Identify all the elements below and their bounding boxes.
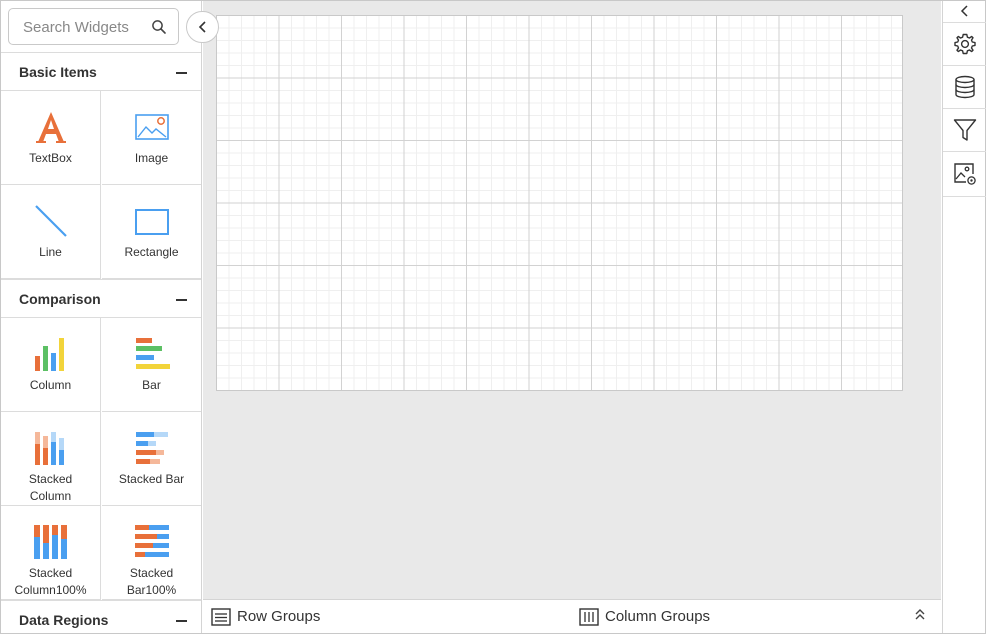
widget-label-line: Stacked (28, 566, 73, 580)
row-groups-button[interactable]: Row Groups (211, 606, 351, 628)
stacked-bar-icon (135, 432, 168, 464)
widget-label-line: Bar100% (126, 583, 177, 597)
row-groups-label: Row Groups (237, 608, 321, 625)
stacked-column-100-icon (33, 525, 67, 559)
column-groups-icon (579, 608, 599, 626)
image-settings-icon (953, 163, 976, 185)
widget-label-line: Column100% (14, 583, 87, 597)
widget-column[interactable]: Column (1, 318, 101, 412)
section-title: Basic Items (19, 64, 97, 80)
filter-icon (953, 119, 976, 141)
widget-label: Rectangle (124, 245, 179, 259)
widget-label: Column (29, 378, 72, 392)
widget-label-line: Stacked (129, 566, 174, 580)
widget-label-line: Column (29, 489, 72, 503)
image-icon (134, 114, 169, 140)
expand-properties-button[interactable] (943, 1, 986, 23)
section-comparison[interactable]: Comparison (1, 279, 201, 318)
section-title: Data Regions (19, 612, 109, 628)
widget-label: Stacked Column (1, 471, 100, 505)
stacked-column-icon (34, 432, 64, 465)
column-chart-icon (34, 338, 64, 371)
widget-label: Image (134, 151, 169, 165)
search-icon[interactable] (151, 19, 167, 35)
widget-label: TextBox (29, 151, 72, 165)
widget-label: Bar (142, 378, 161, 392)
collapse-icon[interactable] (176, 299, 187, 301)
column-groups-button[interactable]: Column Groups (579, 606, 739, 628)
image-manager-button[interactable] (943, 152, 986, 197)
section-title: Comparison (19, 291, 101, 307)
widget-image[interactable]: Image (102, 91, 201, 185)
widget-line[interactable]: Line (1, 185, 101, 279)
data-button[interactable] (943, 66, 986, 109)
bar-chart-icon (135, 338, 170, 369)
widget-bar[interactable]: Bar (102, 318, 201, 412)
widget-stacked-column-100[interactable]: Stacked Column100% (1, 506, 101, 600)
collapse-icon[interactable] (176, 72, 187, 74)
line-icon (34, 205, 67, 237)
widget-panel: Basic Items TextBox Image Line Rectangle… (1, 1, 202, 633)
widget-label-line: Stacked (28, 472, 73, 486)
chevron-double-up-icon[interactable] (914, 607, 926, 623)
textbox-icon (35, 112, 66, 143)
collapse-icon[interactable] (176, 620, 187, 622)
widget-stacked-column[interactable]: Stacked Column (1, 412, 101, 506)
widget-stacked-bar-100[interactable]: Stacked Bar100% (102, 506, 201, 600)
widget-label: Stacked Bar100% (102, 565, 201, 599)
widget-rectangle[interactable]: Rectangle (102, 185, 201, 279)
properties-strip (942, 1, 986, 633)
chevron-left-icon (198, 21, 206, 33)
column-groups-label: Column Groups (605, 608, 711, 625)
collapse-panel-button[interactable] (186, 11, 219, 43)
filter-button[interactable] (943, 109, 986, 152)
widget-textbox[interactable]: TextBox (1, 91, 101, 185)
settings-icon (953, 33, 976, 55)
section-data-regions[interactable]: Data Regions (1, 600, 201, 633)
chevron-left-icon (960, 5, 968, 17)
widget-label: Line (39, 245, 62, 259)
stacked-bar-100-icon (134, 525, 169, 557)
search-box[interactable] (8, 8, 179, 45)
database-icon (954, 75, 975, 99)
widget-label: Stacked Column100% (1, 565, 100, 599)
group-bar: Row Groups Column Groups (203, 599, 941, 633)
widget-stacked-bar[interactable]: Stacked Bar (102, 412, 201, 506)
row-groups-icon (211, 608, 231, 626)
report-canvas[interactable] (216, 15, 903, 391)
design-area (203, 1, 941, 599)
properties-button[interactable] (943, 23, 986, 66)
widget-label: Stacked Bar (118, 472, 185, 486)
section-basic-items[interactable]: Basic Items (1, 52, 201, 91)
rectangle-icon (134, 209, 169, 235)
search-input[interactable] (23, 18, 143, 36)
